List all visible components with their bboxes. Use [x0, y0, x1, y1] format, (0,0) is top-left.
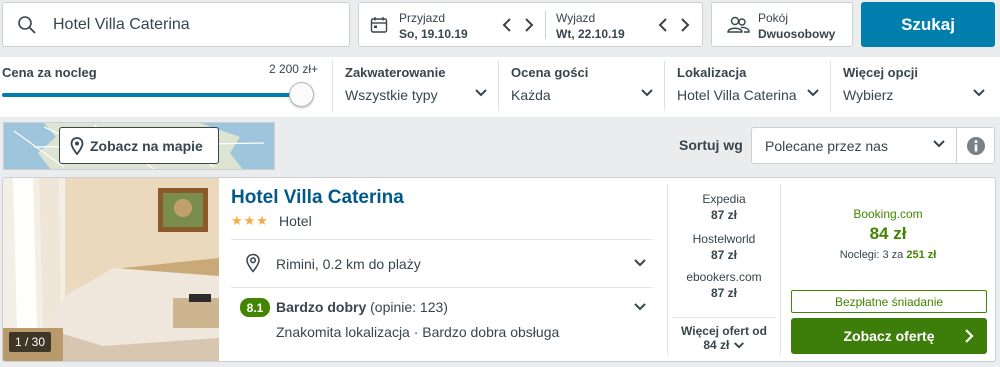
offer-item[interactable]: Hostelworld 87 zł [668, 232, 780, 262]
rating-text: Bardzo dobry [276, 299, 367, 315]
price-filter-title: Cena za nocleg [2, 65, 97, 80]
deal-nights-total: 251 zł [906, 249, 937, 261]
search-button[interactable]: Szukaj [861, 2, 995, 47]
offer-price: 87 zł [710, 286, 737, 300]
hotel-info: Hotel Villa Caterina ★★★ Hotel Rimini, 0… [231, 178, 667, 361]
rating-score-badge: 8.1 [240, 298, 270, 317]
offer-item[interactable]: Expedia 87 zł [668, 192, 780, 222]
offer-provider: Expedia [702, 192, 746, 206]
location-filter[interactable]: Lokalizacja Hotel Villa Caterina [664, 57, 830, 117]
offers-divider [672, 317, 776, 318]
search-icon [18, 16, 36, 34]
sort-info-button[interactable] [957, 127, 995, 164]
other-offers: Expedia 87 zł Hostelworld 87 zł ebookers… [668, 178, 780, 361]
chevron-down-icon [733, 342, 744, 349]
checkin-date: So, 19.10.19 [399, 27, 468, 41]
room-selector[interactable]: Pokój Dwuosobowy [711, 2, 853, 47]
search-bar: Hotel Villa Caterina Przyjazd So, 19.10.… [0, 0, 1000, 57]
chevron-down-icon [933, 140, 945, 148]
show-on-map-button[interactable]: Zobacz na mapie [59, 127, 219, 164]
price-filter: Cena za nocleg 2 200 zł+ [0, 57, 330, 117]
rating-line[interactable]: Bardzo dobry (opinie: 123) [276, 299, 448, 315]
star-rating: ★★★ [231, 213, 269, 228]
more-options-filter-value: Wybierz [843, 87, 894, 103]
accommodation-filter[interactable]: Zakwaterowanie Wszystkie typy [332, 57, 498, 117]
chevron-down-icon [634, 259, 646, 267]
map-pin-icon [70, 136, 84, 155]
more-offers-button[interactable]: Więcej ofert od 84 zł [668, 324, 780, 352]
location-text: Rimini, 0.2 km do plaży [276, 256, 421, 272]
filter-divider [830, 61, 831, 111]
rooms-value: Dwuosobowy [758, 27, 836, 41]
sort-select[interactable]: Polecane przez nas [751, 127, 957, 164]
view-deal-label: Zobacz ofertę [843, 328, 935, 344]
more-offers-price: 84 zł [703, 338, 730, 352]
offer-price: 87 zł [710, 208, 737, 222]
chevron-down-icon [973, 89, 985, 97]
deal-nights-prefix: Noclegi: 3 za [839, 249, 904, 261]
more-options-filter[interactable]: Więcej opcji Wybierz [830, 57, 996, 117]
accommodation-filter-value: Wszystkie typy [345, 87, 438, 103]
guest-rating-filter-value: Każda [511, 87, 551, 103]
chevron-down-icon [641, 89, 653, 97]
filter-divider [332, 61, 333, 111]
image-counter: 1 / 30 [9, 332, 52, 352]
location-filter-title: Lokalizacja [677, 65, 747, 80]
calendar-icon [370, 17, 388, 33]
hotel-photo[interactable]: 1 / 30 [3, 178, 219, 361]
rating-reviews: (opinie: 123) [370, 299, 448, 315]
deal-price[interactable]: 84 zł [781, 224, 995, 244]
free-breakfast-badge: Bezpłatne śniadanie [791, 290, 987, 313]
hotel-name-link[interactable]: Hotel Villa Caterina [231, 187, 404, 209]
deal-provider[interactable]: Booking.com [781, 207, 995, 221]
checkout-field[interactable]: Wyjazd Wt, 22.10.19 [546, 3, 702, 46]
info-divider [231, 287, 653, 288]
offer-item[interactable]: ebookers.com 87 zł [668, 270, 780, 300]
price-slider-track[interactable] [2, 93, 312, 97]
offer-provider: Hostelworld [692, 232, 756, 246]
guest-rating-filter-title: Ocena gości [511, 65, 589, 80]
guests-icon [727, 16, 750, 33]
location-row[interactable]: Rimini, 0.2 km do plaży [231, 240, 653, 287]
price-max-label: 2 200 zł+ [268, 62, 318, 76]
date-picker[interactable]: Przyjazd So, 19.10.19 Wyjazd Wt, 22.10.1… [358, 2, 703, 47]
chevron-down-icon[interactable] [633, 302, 647, 312]
view-deal-button[interactable]: Zobacz ofertę [791, 318, 987, 354]
destination-value: Hotel Villa Caterina [53, 16, 190, 33]
deal-nights: Noclegi: 3 za 251 zł [781, 249, 995, 261]
more-options-filter-title: Więcej opcji [843, 65, 919, 80]
offer-price: 87 zł [710, 248, 737, 262]
chevron-left-icon[interactable] [501, 16, 513, 34]
hotel-type: Hotel [279, 213, 312, 229]
chevron-right-icon[interactable] [523, 16, 535, 34]
sort-label: Sortuj wg [679, 137, 743, 153]
more-offers-label: Więcej ofert od [681, 324, 767, 338]
info-icon [966, 136, 985, 155]
rooms-label: Pokój [758, 11, 789, 25]
best-deal: Booking.com 84 zł Noclegi: 3 za 251 zł B… [781, 178, 995, 361]
checkout-label: Wyjazd [556, 11, 596, 25]
checkin-field[interactable]: Przyjazd So, 19.10.19 [359, 3, 545, 46]
hotel-result-card: 1 / 30 Hotel Villa Caterina ★★★ Hotel Ri… [2, 177, 996, 362]
filter-divider [498, 61, 499, 111]
checkout-date: Wt, 22.10.19 [556, 27, 625, 41]
checkin-label: Przyjazd [399, 11, 446, 25]
show-on-map-label: Zobacz na mapie [90, 137, 203, 154]
guest-rating-filter[interactable]: Ocena gości Każda [498, 57, 664, 117]
filter-divider [664, 61, 665, 111]
location-pin-icon [246, 253, 260, 273]
filter-bar: Cena za nocleg 2 200 zł+ Zakwaterowanie … [0, 57, 1000, 117]
accommodation-filter-title: Zakwaterowanie [345, 65, 446, 80]
sort-value: Polecane przez nas [765, 138, 888, 154]
offer-provider: ebookers.com [686, 270, 762, 284]
chevron-right-icon[interactable] [679, 16, 691, 34]
location-filter-value: Hotel Villa Caterina [677, 87, 797, 103]
chevron-down-icon [475, 89, 487, 97]
chevron-right-icon [965, 329, 974, 343]
price-slider-handle[interactable] [289, 82, 314, 107]
chevron-down-icon [807, 89, 819, 97]
chevron-left-icon[interactable] [657, 16, 669, 34]
destination-input[interactable]: Hotel Villa Caterina [2, 2, 350, 47]
rating-summary: Znakomita lokalizacja · Bardzo dobra obs… [276, 324, 560, 340]
